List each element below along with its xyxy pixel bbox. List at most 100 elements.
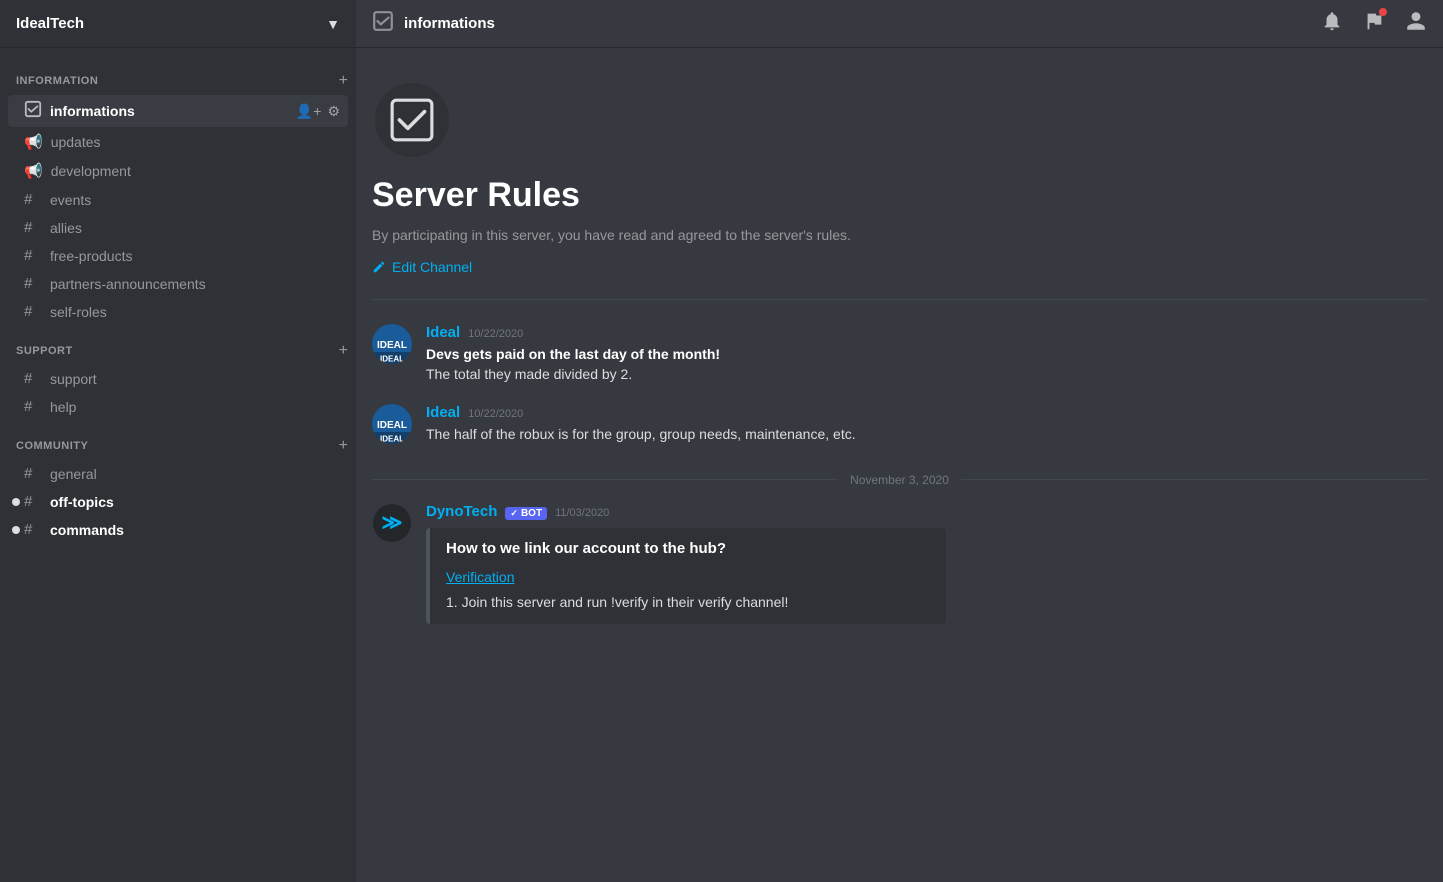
category-header-information[interactable]: INFORMATION + (0, 56, 356, 94)
notification-dot-commands (12, 526, 20, 534)
hash-icon-commands: # (24, 521, 42, 538)
topbar-rules-icon (372, 10, 394, 37)
channel-item-self-roles[interactable]: # self-roles (8, 298, 348, 325)
embed-question: How to we link our account to the hub? (446, 540, 930, 557)
hash-icon-allies: # (24, 219, 42, 236)
sidebar: IdealTech ▼ INFORMATION + informations 👤 (0, 0, 356, 882)
message-timestamp-1: 10/22/2020 (468, 328, 523, 340)
channel-name-support: support (50, 371, 97, 387)
server-header[interactable]: IdealTech ▼ (0, 0, 356, 48)
bot-message-author[interactable]: DynoTech (426, 503, 497, 520)
channel-item-partners-announcements[interactable]: # partners-announcements (8, 270, 348, 297)
channels-list: INFORMATION + informations 👤+ ⚙ (0, 48, 356, 882)
channel-item-allies[interactable]: # allies (8, 214, 348, 241)
category-name-community: COMMUNITY (16, 440, 88, 452)
bot-message-content: DynoTech ✓ BOT 11/03/2020 How to we link… (426, 503, 1427, 625)
svg-text:IDEAL: IDEAL (380, 435, 404, 444)
bot-tag-label: BOT (521, 508, 542, 519)
bell-icon[interactable] (1321, 10, 1343, 38)
message-text-1: Devs gets paid on the last day of the mo… (426, 345, 1427, 384)
category-name-information: INFORMATION (16, 75, 98, 87)
rules-title: Server Rules (372, 176, 1427, 215)
svg-text:IDEAL: IDEAL (377, 340, 407, 351)
channel-name-self-roles: self-roles (50, 304, 107, 320)
topbar-left: informations (372, 10, 495, 37)
category-name-support: SUPPORT (16, 345, 73, 357)
channel-item-informations[interactable]: informations 👤+ ⚙ (8, 95, 348, 127)
announce-icon-updates: 📢 (24, 133, 43, 151)
edit-channel-button[interactable]: Edit Channel (372, 259, 472, 275)
message-header-1: Ideal 10/22/2020 (426, 324, 1427, 341)
embed-body: 1. Join this server and run !verify in t… (446, 593, 930, 613)
dyno-arrows-icon: ≫ (382, 510, 403, 535)
date-divider-line-right (961, 479, 1427, 480)
svg-text:IDEAL: IDEAL (377, 420, 407, 431)
message-group-1: IDEAL IDEAL Ideal 10/22/2020 Devs gets p… (372, 316, 1427, 392)
bot-check-icon: ✓ (510, 508, 518, 519)
category-header-support[interactable]: SUPPORT + (0, 326, 356, 364)
category-support: SUPPORT + # support # help (0, 326, 356, 420)
chevron-down-icon: ▼ (326, 16, 340, 32)
add-member-icon[interactable]: 👤+ (296, 103, 322, 120)
avatar-ideal-1: IDEAL IDEAL (372, 324, 412, 364)
channel-avatar-large (372, 80, 452, 160)
announce-icon-development: 📢 (24, 162, 43, 180)
channel-name-off-topics: off-topics (50, 494, 114, 510)
channel-item-support[interactable]: # support (8, 365, 348, 392)
topbar: informations (356, 0, 1443, 48)
channel-item-development[interactable]: 📢 development (8, 157, 348, 185)
date-divider: November 3, 2020 (372, 457, 1427, 495)
message-text-2: The half of the robux is for the group, … (426, 425, 1427, 445)
category-header-community[interactable]: COMMUNITY + (0, 421, 356, 459)
user-icon[interactable] (1405, 10, 1427, 38)
category-community: COMMUNITY + # general # off-topics # com… (0, 421, 356, 543)
rules-subtitle: By participating in this server, you hav… (372, 227, 1427, 243)
channel-item-free-products[interactable]: # free-products (8, 242, 348, 269)
flag-icon[interactable] (1363, 10, 1385, 38)
message-group-bot: ≫ DynoTech ✓ BOT 11/03/2020 How to we li… (372, 495, 1427, 633)
channel-name-partners-announcements: partners-announcements (50, 276, 206, 292)
channel-name-informations: informations (50, 103, 135, 119)
avatar-dynotech: ≫ (372, 503, 412, 543)
channel-name-general: general (50, 466, 97, 482)
channel-name-updates: updates (51, 134, 101, 150)
date-divider-line-left (372, 479, 838, 480)
message-content-1: Ideal 10/22/2020 Devs gets paid on the l… (426, 324, 1427, 384)
message-group-2: IDEAL IDEAL Ideal 10/22/2020 The half of… (372, 396, 1427, 453)
message-content-2: Ideal 10/22/2020 The half of the robux i… (426, 404, 1427, 445)
dyno-inner: ≫ (373, 504, 411, 542)
messages-area: Server Rules By participating in this se… (356, 48, 1443, 882)
channel-item-events[interactable]: # events (8, 186, 348, 213)
hash-icon-off-topics: # (24, 493, 42, 510)
message-author-1[interactable]: Ideal (426, 324, 460, 341)
channel-rules-header: Server Rules By participating in this se… (372, 48, 1427, 300)
message-embed: How to we link our account to the hub? V… (426, 528, 946, 625)
hash-icon-free-products: # (24, 247, 42, 264)
embed-link[interactable]: Verification (446, 569, 930, 585)
channel-name-free-products: free-products (50, 248, 132, 264)
channel-name-commands: commands (50, 522, 124, 538)
settings-icon[interactable]: ⚙ (327, 103, 340, 120)
add-channel-icon-support[interactable]: + (339, 342, 348, 360)
edit-channel-label: Edit Channel (392, 259, 472, 275)
channel-item-general[interactable]: # general (8, 460, 348, 487)
message-author-2[interactable]: Ideal (426, 404, 460, 421)
add-channel-icon[interactable]: + (339, 72, 348, 90)
hash-icon-partners: # (24, 275, 42, 292)
message-timestamp-2: 10/22/2020 (468, 408, 523, 420)
channel-item-commands[interactable]: # commands (8, 516, 348, 543)
channel-item-off-topics[interactable]: # off-topics (8, 488, 348, 515)
svg-text:IDEAL: IDEAL (380, 355, 404, 364)
server-name: IdealTech (16, 15, 84, 32)
notification-dot-off-topics (12, 498, 20, 506)
channel-name-development: development (51, 163, 131, 179)
hash-icon-general: # (24, 465, 42, 482)
message-header-2: Ideal 10/22/2020 (426, 404, 1427, 421)
avatar-ideal-2: IDEAL IDEAL (372, 404, 412, 444)
date-divider-text: November 3, 2020 (838, 473, 961, 487)
category-information: INFORMATION + informations 👤+ ⚙ (0, 56, 356, 325)
add-channel-icon-community[interactable]: + (339, 437, 348, 455)
message-plain-1: The total they made divided by 2. (426, 366, 632, 382)
channel-item-updates[interactable]: 📢 updates (8, 128, 348, 156)
channel-item-help[interactable]: # help (8, 393, 348, 420)
